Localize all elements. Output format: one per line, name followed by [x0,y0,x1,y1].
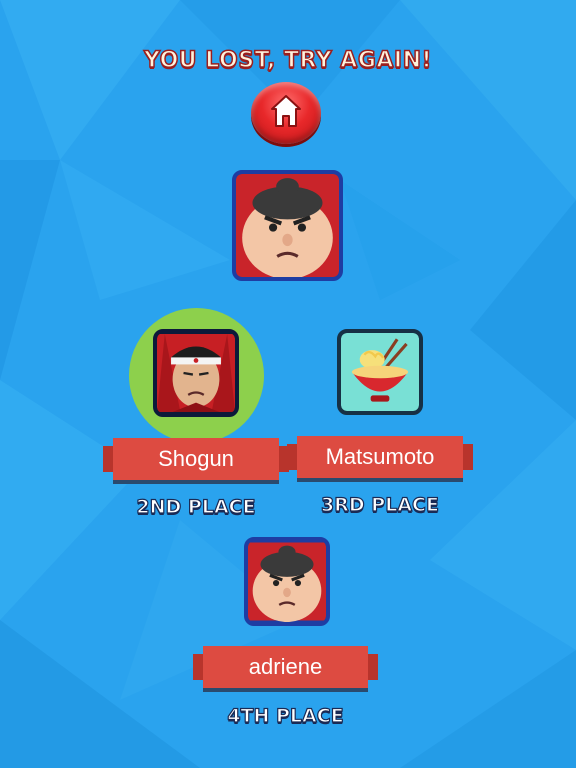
winner-avatar [232,170,343,281]
noodle-bowl-avatar [341,333,419,411]
player-name: Matsumoto [325,444,435,469]
shogun-avatar [153,329,239,417]
player-name-banner: Shogun [103,438,289,480]
sumo-wrestler-avatar [248,542,326,622]
place-label: 3RD PLACE [320,493,439,516]
result-title: YOU LOST, TRY AGAIN! [143,47,433,74]
home-button[interactable] [251,82,321,144]
player-name-banner: Matsumoto [287,436,473,478]
sumo-wrestler-avatar [236,174,339,277]
adriene-avatar [244,537,330,626]
home-icon [271,95,301,127]
shogun-headband-avatar [157,334,235,412]
player-name-banner: adriene [193,646,378,688]
player-name: adriene [248,654,323,679]
player-name: Shogun [158,446,234,471]
place-label: 4TH PLACE [227,704,345,727]
place-label: 2ND PLACE [136,495,256,518]
matsumoto-avatar [337,329,423,415]
